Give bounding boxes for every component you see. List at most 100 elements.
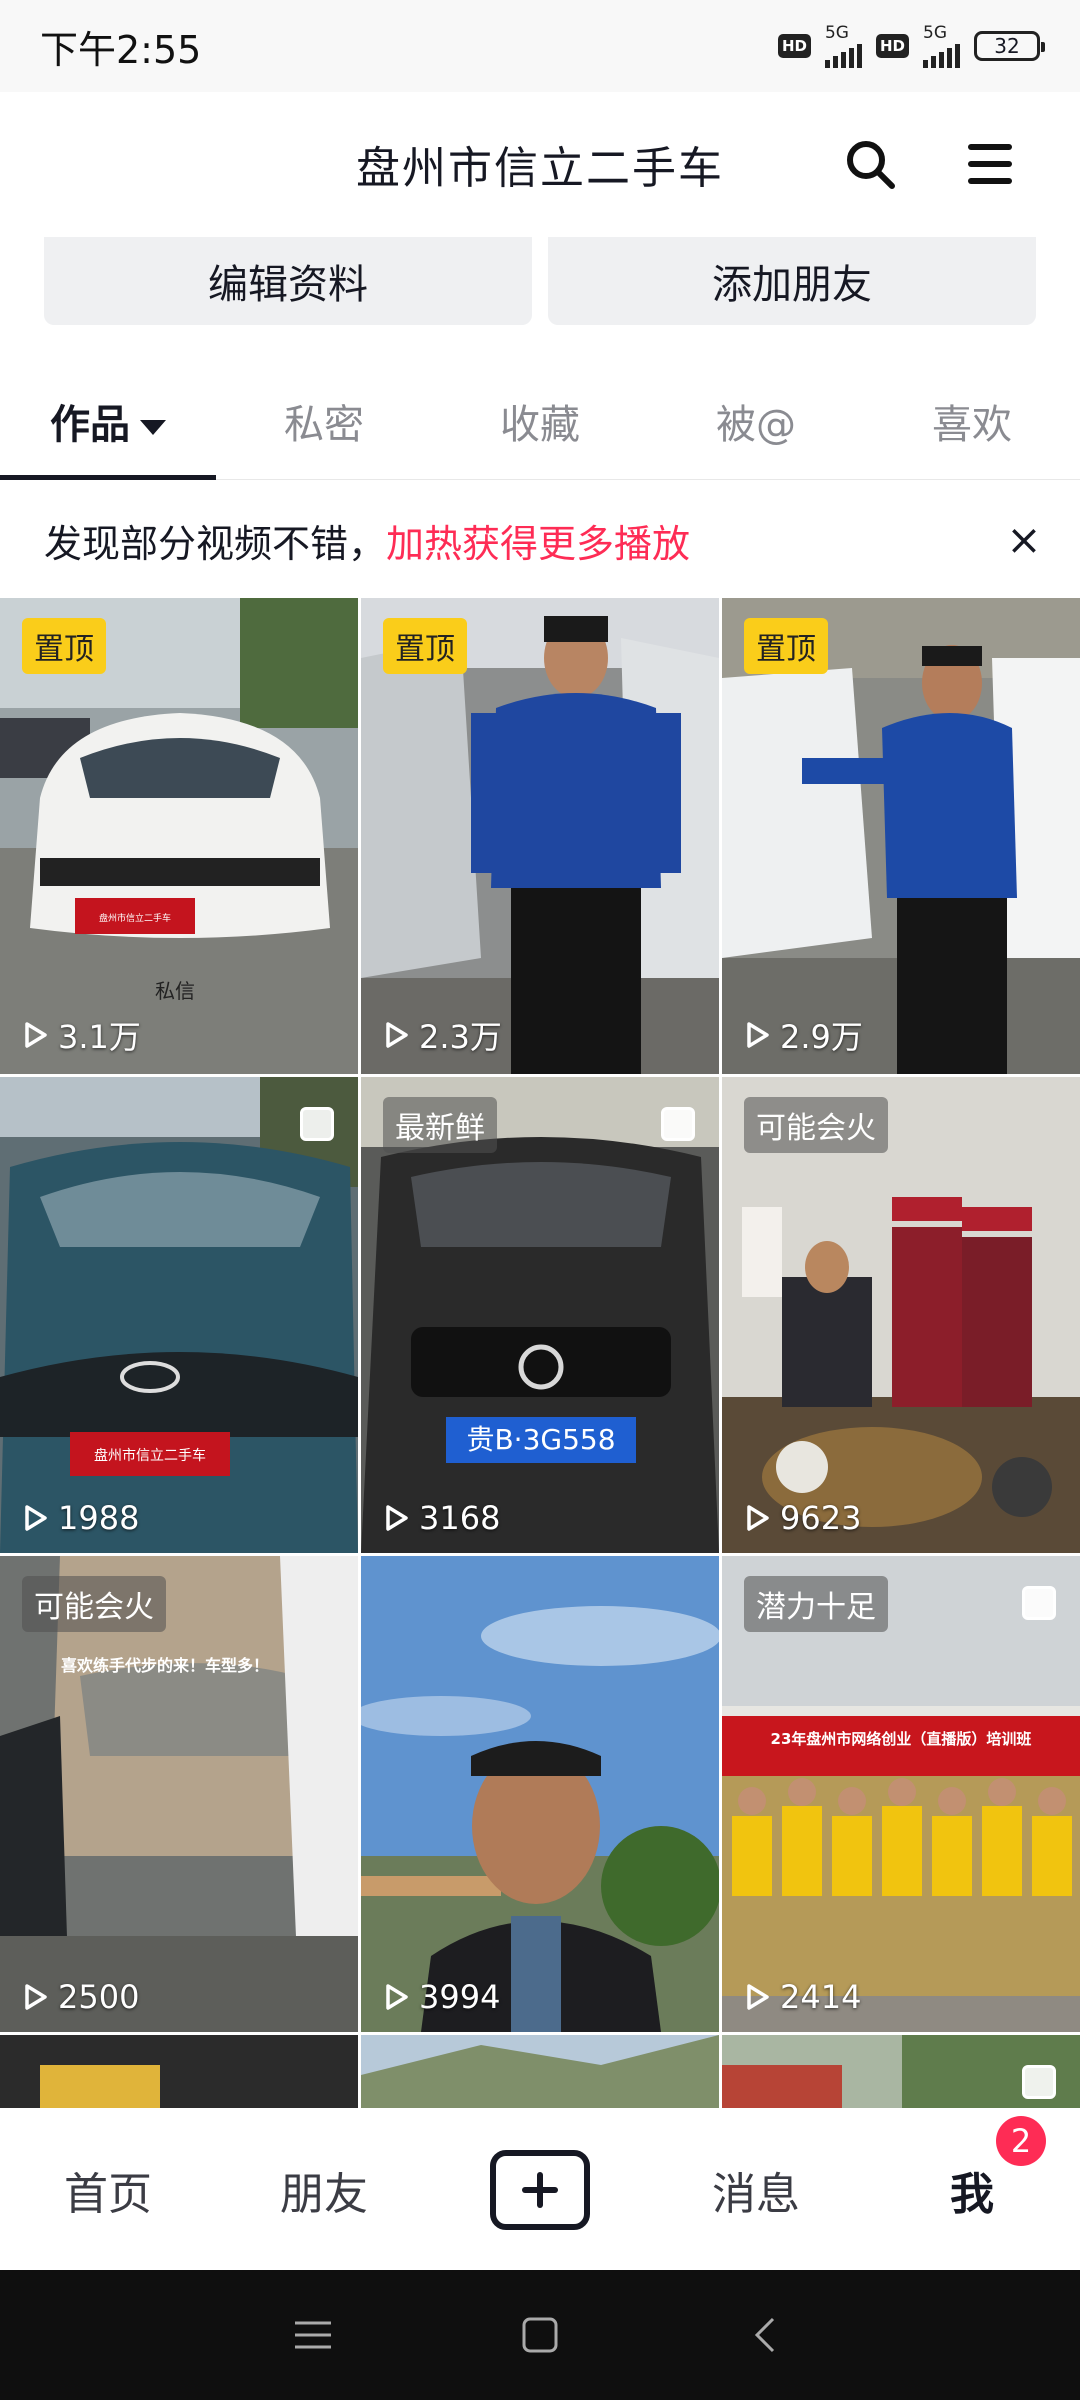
tab-works[interactable]: 作品 bbox=[0, 370, 216, 480]
tab-favorites[interactable]: 收藏 bbox=[432, 370, 648, 479]
recent-apps-icon[interactable] bbox=[291, 2313, 335, 2357]
video-grid: 盘州市信立二手车 私信 置顶 3.1万 置顶 2.3万 置顶 2.9万 盘州市信… bbox=[0, 598, 1080, 2108]
play-icon bbox=[25, 1505, 47, 1531]
video-tile[interactable]: 贵B·3G558 最新鲜 3168 bbox=[361, 1077, 719, 1553]
promo-banner: 发现部分视频不错， 加热获得更多播放 × bbox=[0, 490, 1080, 590]
video-tile[interactable] bbox=[361, 2035, 719, 2108]
thumbnail-caption: 喜欢练手代步的来！车型多！ bbox=[61, 1656, 269, 1675]
play-count: 9623 bbox=[740, 1499, 861, 1537]
hd-icon: HD bbox=[875, 34, 909, 58]
select-checkbox[interactable] bbox=[300, 1107, 334, 1141]
nav-me[interactable]: 我 2 bbox=[864, 2116, 1080, 2222]
video-tile[interactable]: 盘州市信立二手车 1988 bbox=[0, 1077, 358, 1553]
play-count: 2500 bbox=[18, 1978, 139, 2016]
nav-home[interactable]: 首页 bbox=[0, 2158, 216, 2222]
thumbnail-caption: 私信 bbox=[155, 979, 195, 1003]
select-checkbox[interactable] bbox=[1022, 2065, 1056, 2099]
play-count: 1988 bbox=[18, 1499, 139, 1537]
play-count-value: 2500 bbox=[58, 1978, 140, 2016]
play-count: 3168 bbox=[379, 1499, 500, 1537]
thumbnail-caption: 23年盘州市网络创业（直播版）培训班 bbox=[771, 1730, 1032, 1748]
license-plate-text: 贵B·3G558 bbox=[466, 1423, 615, 1456]
banner-text: 发现部分视频不错， bbox=[44, 521, 387, 566]
potential-badge: 潜力十足 bbox=[744, 1576, 888, 1632]
play-count: 3994 bbox=[379, 1978, 500, 2016]
profile-tabs: 作品 私密 收藏 被@ 喜欢 bbox=[0, 370, 1080, 480]
video-tile[interactable]: 3994 bbox=[361, 1556, 719, 2032]
caret-down-icon bbox=[140, 419, 166, 435]
network-type-label: 5G bbox=[824, 23, 849, 43]
play-count: 3.1万 bbox=[18, 1012, 141, 1058]
network-type-label: 5G bbox=[923, 23, 947, 43]
play-icon bbox=[747, 1505, 769, 1531]
tab-underline bbox=[0, 475, 216, 480]
video-tile[interactable]: 23年盘州市网络创业（直播版）培训班 潜力十足 2414 bbox=[722, 1556, 1080, 2032]
video-tile[interactable] bbox=[0, 2035, 358, 2108]
add-friend-button[interactable]: 添加朋友 bbox=[548, 237, 1036, 325]
play-count-value: 3994 bbox=[419, 1978, 501, 2016]
play-icon bbox=[386, 1984, 408, 2010]
nav-friends[interactable]: 朋友 bbox=[216, 2158, 432, 2222]
signal-icon: 5G bbox=[824, 23, 862, 68]
play-count-value: 2.9万 bbox=[780, 1018, 863, 1056]
play-icon bbox=[747, 1022, 769, 1048]
trending-badge: 可能会火 bbox=[22, 1576, 166, 1632]
status-time: 下午2:55 bbox=[40, 27, 202, 72]
status-bar: 下午2:55 HD 5G HD 5G 32 bbox=[0, 0, 1080, 92]
video-thumbnail: 盘州市信立二手车 bbox=[0, 1077, 358, 1553]
tab-likes[interactable]: 喜欢 bbox=[864, 370, 1080, 479]
play-count-value: 2.3万 bbox=[419, 1018, 502, 1056]
signal-icon: 5G bbox=[923, 24, 960, 68]
play-count: 2414 bbox=[740, 1978, 861, 2016]
play-count-value: 3.1万 bbox=[58, 1018, 141, 1056]
video-tile[interactable]: 可能会火 9623 bbox=[722, 1077, 1080, 1553]
close-icon[interactable]: × bbox=[1002, 518, 1046, 562]
play-icon bbox=[386, 1505, 408, 1531]
play-icon bbox=[25, 1022, 47, 1048]
menu-icon[interactable] bbox=[968, 144, 1012, 184]
tab-private[interactable]: 私密 bbox=[216, 370, 432, 479]
video-thumbnail bbox=[361, 1556, 719, 2032]
play-icon bbox=[386, 1022, 408, 1048]
freshest-badge: 最新鲜 bbox=[383, 1097, 497, 1153]
play-count-value: 9623 bbox=[780, 1499, 862, 1537]
bottom-nav: 首页 朋友 消息 我 2 bbox=[0, 2110, 1080, 2270]
play-count: 2.3万 bbox=[379, 1012, 502, 1058]
edit-profile-button[interactable]: 编辑资料 bbox=[44, 237, 532, 325]
notification-badge: 2 bbox=[996, 2116, 1046, 2166]
back-icon[interactable] bbox=[745, 2313, 789, 2357]
trending-badge: 可能会火 bbox=[744, 1097, 888, 1153]
video-tile[interactable] bbox=[722, 2035, 1080, 2108]
status-icons: HD 5G HD 5G 32 bbox=[777, 23, 1045, 68]
nav-me-label: 我 bbox=[950, 2169, 994, 2220]
banner-boost-link[interactable]: 加热获得更多播放 bbox=[386, 513, 690, 568]
video-tile[interactable]: 置顶 2.9万 bbox=[722, 598, 1080, 1074]
play-count-value: 1988 bbox=[58, 1499, 140, 1537]
tab-works-label: 作品 bbox=[50, 402, 130, 448]
video-thumbnail bbox=[0, 2035, 358, 2108]
select-checkbox[interactable] bbox=[661, 1107, 695, 1141]
play-icon bbox=[25, 1984, 47, 2010]
video-thumbnail bbox=[361, 2035, 719, 2108]
play-icon bbox=[747, 1984, 769, 2010]
plus-icon bbox=[490, 2150, 590, 2230]
tab-mentions[interactable]: 被@ bbox=[648, 370, 864, 479]
video-tile[interactable]: 盘州市信立二手车 私信 置顶 3.1万 bbox=[0, 598, 358, 1074]
video-tile[interactable]: 置顶 2.3万 bbox=[361, 598, 719, 1074]
search-icon[interactable] bbox=[842, 136, 898, 192]
home-icon[interactable] bbox=[518, 2313, 562, 2357]
pinned-badge: 置顶 bbox=[744, 618, 828, 674]
nav-messages[interactable]: 消息 bbox=[648, 2158, 864, 2222]
video-tile[interactable]: 喜欢练手代步的来！车型多！ 可能会火 2500 bbox=[0, 1556, 358, 2032]
play-count-value: 3168 bbox=[419, 1499, 501, 1537]
page-title: 盘州市信立二手车 bbox=[356, 143, 724, 194]
battery-icon: 32 bbox=[974, 31, 1045, 61]
profile-header: 盘州市信立二手车 bbox=[0, 92, 1080, 237]
pinned-badge: 置顶 bbox=[22, 618, 106, 674]
select-checkbox[interactable] bbox=[1022, 1586, 1056, 1620]
nav-create[interactable] bbox=[432, 2150, 648, 2230]
svg-text:盘州市信立二手车: 盘州市信立二手车 bbox=[99, 912, 171, 924]
license-plate-text: 盘州市信立二手车 bbox=[94, 1447, 206, 1464]
pinned-badge: 置顶 bbox=[383, 618, 467, 674]
play-count-value: 2414 bbox=[780, 1978, 862, 2016]
